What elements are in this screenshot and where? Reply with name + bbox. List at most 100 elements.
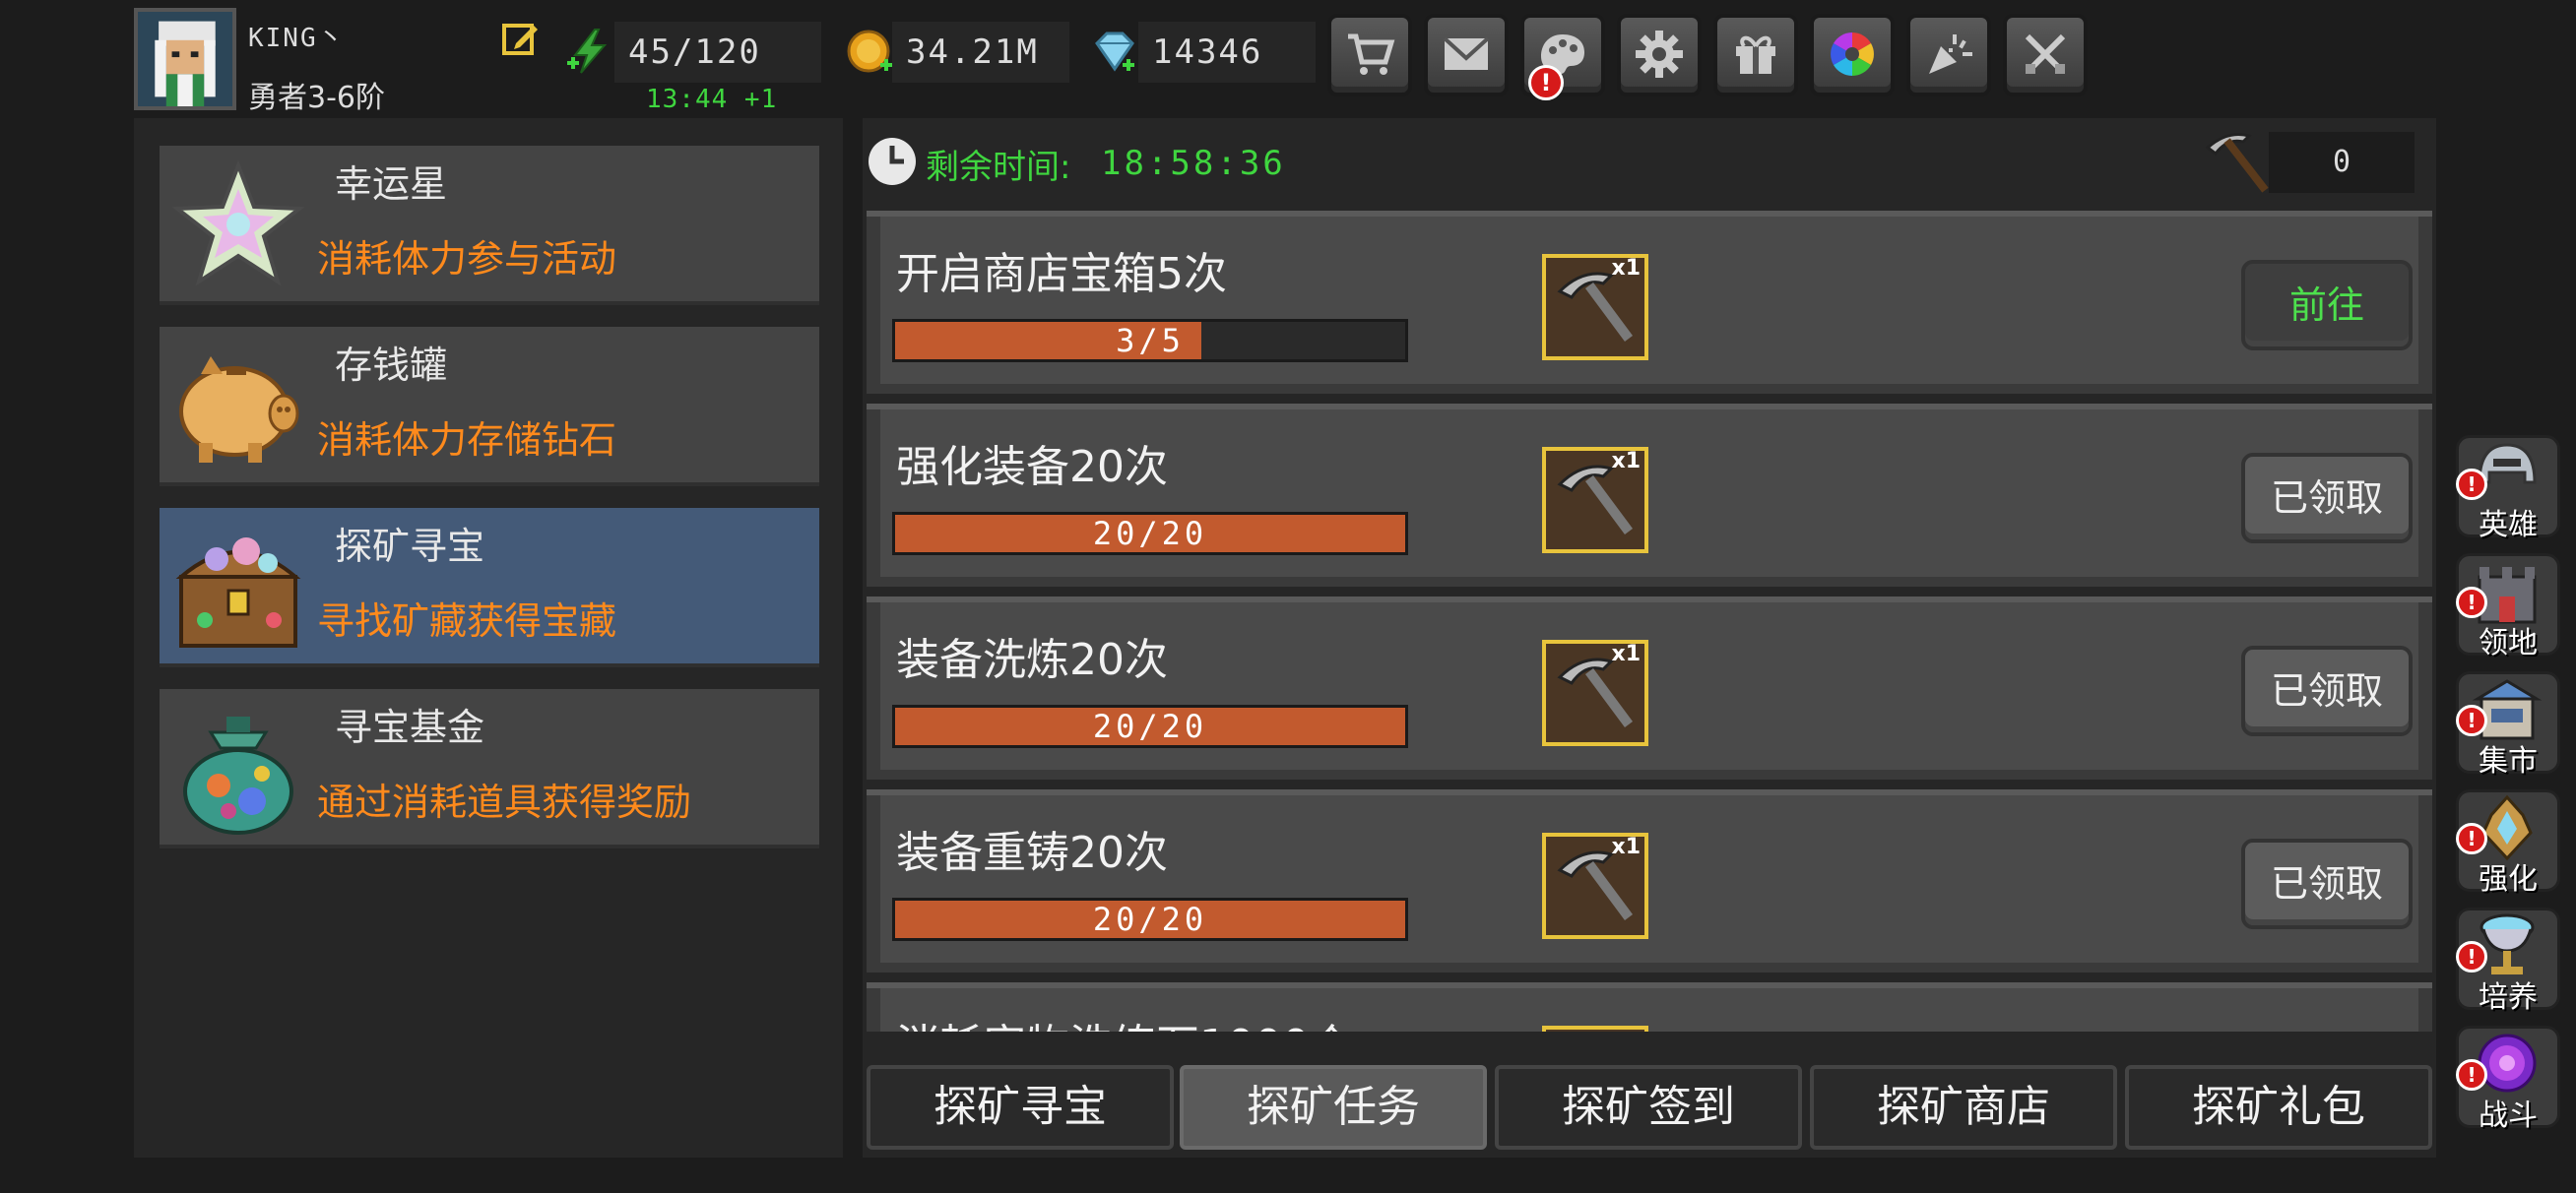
nav-label: 英雄: [2479, 508, 2538, 542]
clock-icon: [869, 138, 916, 185]
pickaxe-count: 0: [2269, 132, 2415, 193]
energy-timer: 13:44 +1: [646, 85, 778, 114]
tab-mining-treasure[interactable]: 探矿寻宝: [867, 1065, 1174, 1150]
reward-quantity: x1: [1611, 835, 1642, 859]
task-progress-bar: 20/20: [892, 512, 1408, 555]
task-row: 开启商店宝箱5次 3/5 x1 前往: [867, 211, 2432, 394]
treasure-chest-icon: [175, 537, 301, 648]
alert-badge: !: [1528, 65, 1564, 100]
task-title: 装备洗炼20次: [896, 635, 1168, 685]
task-progress-text: 3/5: [1116, 322, 1185, 359]
color-wheel-icon: [1831, 32, 1874, 76]
nav-territory-button[interactable]: ! 领地: [2452, 553, 2564, 663]
nav-label: 领地: [2479, 626, 2538, 660]
diamond-icon: [1095, 31, 1134, 72]
task-row: 强化装备20次 20/20 x1 已领取: [867, 404, 2432, 587]
task-title: 消耗宠物洗练石1000个: [896, 1010, 1353, 1032]
reward-item[interactable]: x1: [1542, 254, 1648, 360]
energy-icon: [567, 29, 608, 74]
shop-button[interactable]: [1327, 14, 1412, 96]
fireworks-button[interactable]: [1906, 14, 1991, 96]
nav-market-button[interactable]: ! 集市: [2452, 671, 2564, 782]
alert-badge: !: [2456, 705, 2487, 736]
task-row: 装备洗炼20次 20/20 x1 已领取: [867, 596, 2432, 780]
party-popper-icon: [1929, 34, 1972, 74]
task-list[interactable]: 开启商店宝箱5次 3/5 x1 前往 强化装备20次 20/20 x1 已领取 …: [867, 209, 2432, 1032]
task-progress-text: 20/20: [1092, 901, 1208, 938]
nav-label: 强化: [2479, 862, 2538, 897]
battle-button[interactable]: [2003, 14, 2088, 96]
nav-label: 战斗: [2479, 1099, 2538, 1133]
event-desc: 消耗体力参与活动: [317, 237, 617, 281]
alert-badge: !: [2456, 823, 2487, 854]
task-progress-text: 20/20: [1092, 708, 1208, 745]
tab-mining-gift[interactable]: 探矿礼包: [2125, 1065, 2432, 1150]
event-title: 寻宝基金: [335, 706, 485, 749]
lucky-star-icon: [171, 159, 305, 286]
diamond-value: 14346: [1138, 22, 1316, 83]
palette-button[interactable]: !: [1520, 14, 1605, 100]
player-rank: 勇者3-6阶: [248, 81, 385, 115]
reward-quantity: x1: [1611, 449, 1642, 473]
nav-label: 集市: [2479, 744, 2538, 779]
reward-item[interactable]: x1: [1542, 447, 1648, 553]
task-progress-bar: 20/20: [892, 898, 1408, 941]
nav-label: 培养: [2479, 980, 2538, 1015]
alert-badge: !: [2456, 469, 2487, 500]
task-title: 强化装备20次: [896, 442, 1168, 492]
task-progress-bar: 20/20: [892, 705, 1408, 748]
task-progress-text: 20/20: [1092, 515, 1208, 552]
event-title: 存钱罐: [335, 344, 448, 387]
go-button[interactable]: 前往: [2241, 260, 2413, 350]
reward-item[interactable]: x1: [1542, 640, 1648, 746]
gift-button[interactable]: [1713, 14, 1798, 96]
task-row: 消耗宠物洗练石1000个: [867, 982, 2432, 1032]
reward-quantity: x1: [1611, 642, 1642, 666]
claimed-button[interactable]: 已领取: [2241, 453, 2413, 543]
task-progress-bar: 3/5: [892, 319, 1408, 362]
task-row: 装备重铸20次 20/20 x1 已领取: [867, 789, 2432, 973]
alert-badge: !: [2456, 1059, 2487, 1091]
claimed-button[interactable]: 已领取: [2241, 646, 2413, 736]
player-avatar[interactable]: [134, 8, 236, 110]
nav-hero-button[interactable]: ! 英雄: [2452, 435, 2564, 545]
tab-mining-checkin[interactable]: 探矿签到: [1495, 1065, 1802, 1150]
nav-battle-button[interactable]: ! 战斗: [2452, 1026, 2564, 1136]
task-title: 装备重铸20次: [896, 828, 1168, 878]
event-list-panel: 幸运星 消耗体力参与活动 存钱罐 消耗体力存储钻石 探矿寻宝 寻找矿藏获得宝藏 …: [134, 118, 843, 1158]
reward-quantity: x1: [1611, 256, 1642, 281]
event-card-mining-treasure[interactable]: 探矿寻宝 寻找矿藏获得宝藏: [160, 508, 819, 667]
reward-item[interactable]: x1: [1542, 833, 1648, 939]
event-title: 探矿寻宝: [335, 525, 485, 568]
event-title: 幸运星: [335, 162, 448, 206]
color-wheel-button[interactable]: [1810, 14, 1895, 96]
event-card-piggy-bank[interactable]: 存钱罐 消耗体力存储钻石: [160, 327, 819, 486]
alert-badge: !: [2456, 941, 2487, 973]
energy-value: 45/120: [614, 22, 821, 83]
nav-cultivate-button[interactable]: ! 培养: [2452, 908, 2564, 1018]
mail-button[interactable]: [1424, 14, 1509, 96]
settings-button[interactable]: [1617, 14, 1702, 96]
gold-coin-icon: [847, 30, 892, 73]
claimed-button[interactable]: 已领取: [2241, 839, 2413, 929]
piggy-bank-icon: [179, 356, 299, 463]
event-card-treasure-fund[interactable]: 寻宝基金 通过消耗道具获得奖励: [160, 689, 819, 848]
alert-badge: !: [2456, 587, 2487, 618]
remaining-time-label: 剩余时间:: [926, 148, 1071, 187]
event-card-lucky-star[interactable]: 幸运星 消耗体力参与活动: [160, 146, 819, 305]
task-title: 开启商店宝箱5次: [896, 249, 1227, 299]
gift-icon: [1736, 35, 1775, 74]
gear-icon: [1636, 31, 1683, 78]
mail-icon: [1443, 36, 1490, 70]
event-desc: 通过消耗道具获得奖励: [317, 781, 692, 824]
pickaxe-icon: [2205, 133, 2269, 193]
treasure-fund-bag-icon: [183, 717, 293, 835]
tab-mining-tasks[interactable]: 探矿任务: [1180, 1065, 1487, 1150]
gold-value: 34.21M: [892, 22, 1069, 83]
crossed-swords-icon: [2025, 33, 2066, 74]
remaining-time-value: 18:58:36: [1101, 144, 1286, 183]
nav-enhance-button[interactable]: ! 强化: [2452, 789, 2564, 900]
reward-item[interactable]: [1542, 1026, 1648, 1032]
tab-mining-shop[interactable]: 探矿商店: [1810, 1065, 2117, 1150]
edit-icon[interactable]: [500, 20, 540, 59]
